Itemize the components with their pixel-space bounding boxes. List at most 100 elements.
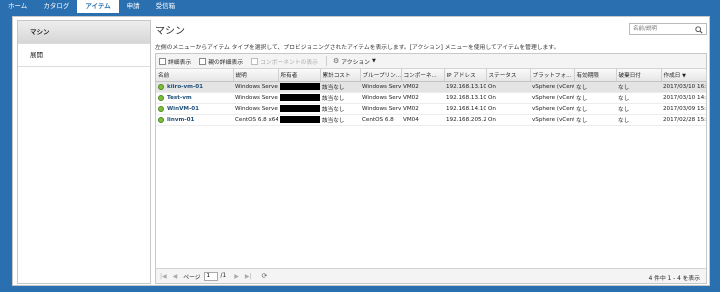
cell-ip: 192.168.14.101 (444, 103, 486, 115)
page-label: ページ (183, 274, 201, 281)
tab-requests[interactable]: 申請 (119, 0, 148, 13)
cell-platform: vSphere (vCent (530, 81, 574, 93)
table-header-row: 名前 説明 所有者 累計コスト ブループリン... コンポーネ... IP アド… (156, 69, 707, 82)
column-header-expires[interactable]: 有効期限 (574, 69, 617, 82)
search-box (629, 23, 707, 35)
cell-destroy: なし (616, 81, 661, 93)
cell-blueprint: CentOS 6.8 (360, 114, 401, 126)
machine-name[interactable]: WinVM-01 (167, 106, 199, 112)
cell-platform: vSphere (vCent (530, 92, 574, 104)
previous-page-icon[interactable]: ◀ (173, 273, 178, 280)
main-panel: マシン 左側のメニューからアイテム タイプを選択して、プロビジョニングされたアイ… (155, 20, 707, 284)
top-navigation: ホーム カタログ アイテム 申請 受信箱 (0, 0, 720, 13)
sidebar: マシン 展開 (17, 20, 151, 284)
table-row[interactable]: linvm-01 CentOS 6.8 x64 該当なし CentOS 6.8 … (156, 114, 706, 126)
column-header-name[interactable]: 名前 (156, 69, 234, 82)
cell-destroy: なし (616, 92, 661, 104)
page-description: 左側のメニューからアイテム タイプを選択して、プロビジョニングされたアイテムを表… (155, 45, 560, 51)
table-row[interactable]: Test-vm Windows Serve 該当なし Windows Serve… (156, 92, 706, 104)
tab-catalog[interactable]: カタログ (35, 0, 77, 13)
cell-cost: 該当なし (320, 81, 360, 93)
column-header-destroy-date[interactable]: 破棄日付 (616, 69, 662, 82)
content-frame: マシン 展開 マシン 左側のメニューからアイテム タイプを選択して、プロビジョニ… (12, 16, 710, 286)
column-header-ip[interactable]: IP アドレス (444, 69, 487, 82)
view-components-label: コンポーネントの表示 (260, 59, 318, 66)
cell-status: On (486, 103, 530, 115)
redacted-owner (280, 94, 320, 101)
gear-icon: ⚙ (332, 57, 340, 65)
refresh-icon[interactable]: ⟳ (261, 272, 267, 280)
sidebar-item-deployments[interactable]: 展開 (18, 44, 150, 67)
status-on-icon (158, 94, 164, 101)
cell-component: VM04 (401, 114, 444, 126)
redacted-owner (280, 83, 320, 90)
chevron-down-icon: ▼ (371, 58, 376, 64)
items-grid: 詳細表示 親の詳細表示 コンポーネントの表示 ⚙ アクション ▼ 名前 説明 所… (155, 53, 707, 284)
column-header-cost[interactable]: 累計コスト (320, 69, 361, 82)
pagination-bar: |◀ ◀ ページ /1 ▶ ▶| ⟳ 4 件中 1 - 4 を表示 (156, 268, 706, 283)
cell-platform: vSphere (vCent (530, 114, 574, 126)
cell-description: CentOS 6.8 x64 (233, 114, 278, 126)
view-parent-details-button[interactable]: 親の詳細表示 (199, 57, 243, 66)
column-header-owner[interactable]: 所有者 (278, 69, 321, 82)
cell-ip: 192.168.13.107 (444, 81, 486, 93)
tab-home[interactable]: ホーム (0, 0, 35, 13)
cell-created: 2017/03/10 14:0 (661, 92, 706, 104)
grid-toolbar: 詳細表示 親の詳細表示 コンポーネントの表示 ⚙ アクション ▼ (156, 54, 706, 69)
page-title: マシン (155, 26, 185, 37)
redacted-owner (280, 105, 320, 112)
items-table: 名前 説明 所有者 累計コスト ブループリン... コンポーネ... IP アド… (156, 69, 707, 126)
cell-owner (278, 81, 320, 93)
column-header-blueprint[interactable]: ブループリン... (360, 69, 402, 82)
cell-component: VM02 (401, 103, 444, 115)
cell-status: On (486, 114, 530, 126)
cell-expires: なし (574, 103, 616, 115)
tab-inbox[interactable]: 受信箱 (148, 0, 184, 13)
cell-description: Windows Serve (233, 92, 278, 104)
last-page-icon[interactable]: ▶| (245, 273, 252, 280)
view-details-button[interactable]: 詳細表示 (159, 57, 191, 66)
cell-cost: 該当なし (320, 103, 360, 115)
page-number-input[interactable] (203, 271, 218, 281)
parent-details-icon (199, 57, 207, 65)
sort-descending-icon: ▼ (682, 72, 686, 79)
sidebar-item-machines[interactable]: マシン (18, 21, 150, 44)
cell-owner (278, 114, 320, 126)
details-icon (159, 57, 166, 65)
search-icon[interactable] (695, 26, 703, 34)
column-header-created-label: 作成日 (663, 72, 681, 79)
cell-created: 2017/03/10 16:5 (661, 81, 706, 93)
machine-name[interactable]: kiiro-vm-01 (167, 84, 203, 90)
cell-cost: 該当なし (320, 92, 360, 104)
machine-name[interactable]: linvm-01 (167, 117, 194, 123)
view-parent-details-label: 親の詳細表示 (208, 59, 243, 66)
cell-ip: 192.168.205.21 (444, 114, 486, 126)
first-page-icon[interactable]: |◀ (160, 273, 167, 280)
actions-menu-button[interactable]: ⚙ アクション ▼ (333, 57, 376, 66)
machine-name[interactable]: Test-vm (167, 95, 192, 101)
table-row[interactable]: WinVM-01 Windows Serve 該当なし Windows Serv… (156, 103, 706, 115)
cell-created: 2017/03/09 15:3 (661, 103, 706, 115)
table-row[interactable]: kiiro-vm-01 Windows Serve 該当なし Windows S… (156, 81, 706, 93)
cell-destroy: なし (616, 103, 661, 115)
cell-component: VM02 (401, 81, 444, 93)
next-page-icon[interactable]: ▶ (234, 273, 239, 280)
cell-expires: なし (574, 81, 616, 93)
column-header-component[interactable]: コンポーネ... (401, 69, 445, 82)
column-header-platform[interactable]: プラットフォ... (530, 69, 575, 82)
actions-label: アクション (341, 59, 370, 66)
view-components-button[interactable]: コンポーネントの表示 (251, 57, 318, 66)
cell-blueprint: Windows Serve (360, 81, 401, 93)
cell-description: Windows Serve (233, 81, 278, 93)
status-on-icon (158, 83, 164, 90)
cell-cost: 該当なし (320, 114, 360, 126)
cell-owner (278, 103, 320, 115)
cell-blueprint: Windows Serve (360, 103, 401, 115)
tab-items[interactable]: アイテム (77, 0, 119, 13)
page-total: /1 (220, 273, 227, 279)
column-header-description[interactable]: 説明 (233, 69, 279, 82)
column-header-created[interactable]: 作成日 ▼ (661, 69, 707, 82)
search-input[interactable] (630, 24, 694, 34)
column-header-status[interactable]: ステータス (486, 69, 531, 82)
toolbar-divider (325, 56, 327, 66)
